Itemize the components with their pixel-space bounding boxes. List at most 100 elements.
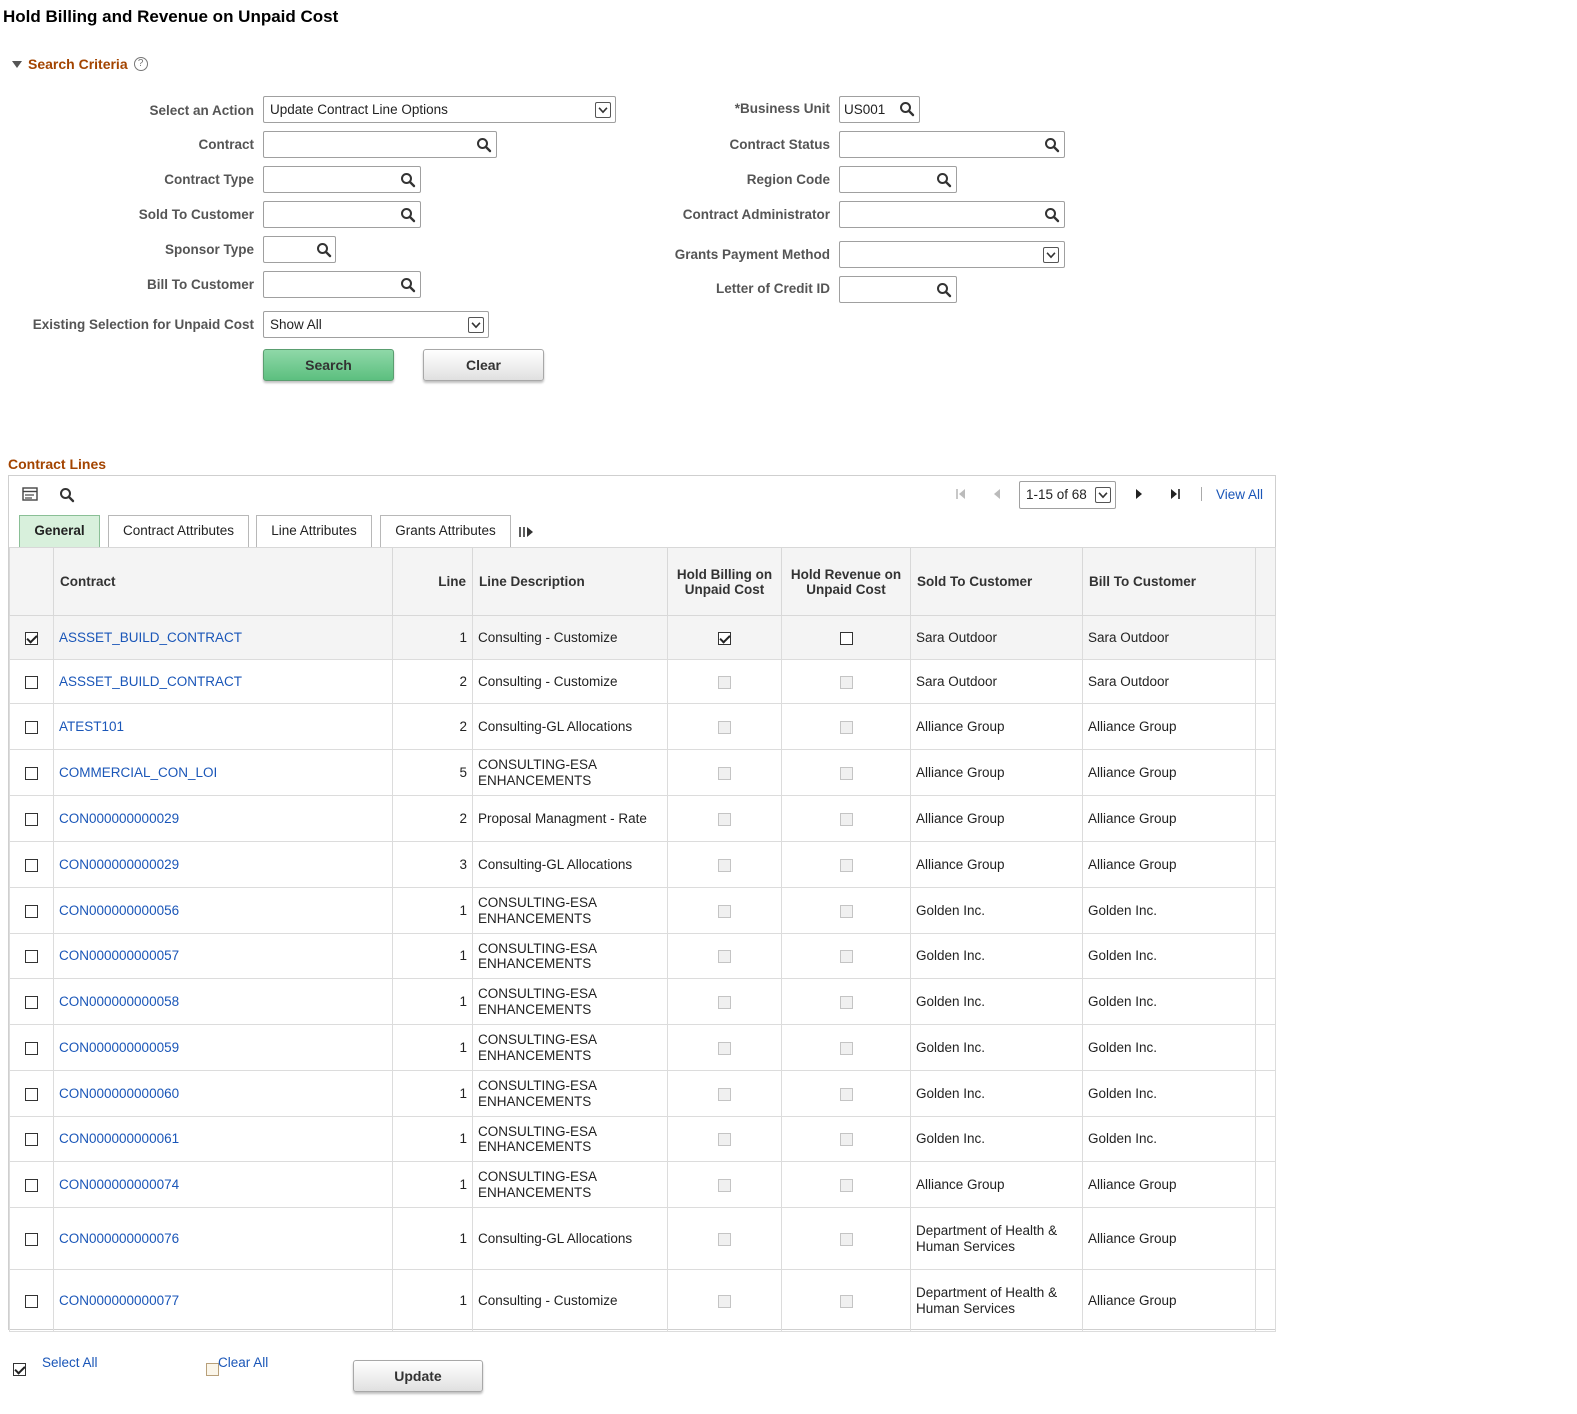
hold-billing-column-header[interactable]: Hold Billing on Unpaid Cost (667, 547, 782, 616)
contract-column-header[interactable]: Contract (53, 547, 393, 616)
row-select-checkbox[interactable] (25, 995, 38, 1009)
tab-line-attributes[interactable]: Line Attributes (256, 515, 372, 547)
select-all-checkbox-icon[interactable] (13, 1363, 26, 1377)
contract-link[interactable]: ASSSET_BUILD_CONTRACT (59, 674, 242, 689)
clear-button[interactable]: Clear (423, 349, 544, 381)
row-select-checkbox[interactable] (25, 858, 38, 872)
hold-revenue-checkbox[interactable] (839, 631, 853, 645)
search-icon[interactable] (899, 101, 915, 117)
row-select-cell[interactable] (9, 978, 54, 1025)
contract-type-input[interactable] (263, 166, 421, 193)
contract-link[interactable]: CON000000000056 (59, 903, 179, 918)
search-icon[interactable] (936, 172, 952, 188)
row-select-cell[interactable] (9, 795, 54, 842)
contract-link[interactable]: CON000000000074 (59, 1177, 179, 1192)
select-action-dropdown[interactable]: Update Contract Line Options (263, 96, 616, 123)
grants-payment-method-dropdown[interactable] (839, 241, 1065, 268)
row-select-checkbox[interactable] (25, 766, 38, 780)
contract-link[interactable]: ATEST101 (59, 719, 124, 734)
page-range-dropdown[interactable]: 1-15 of 68 (1019, 481, 1116, 509)
row-select-checkbox[interactable] (25, 1232, 38, 1246)
row-select-checkbox[interactable] (25, 950, 38, 964)
row-select-checkbox[interactable] (25, 1133, 38, 1147)
hold-billing-checkbox[interactable] (718, 631, 731, 645)
contract-input[interactable] (263, 131, 497, 158)
contract-link[interactable]: CON000000000029 (59, 811, 179, 826)
contract-link[interactable]: CON000000000029 (59, 857, 179, 872)
row-select-checkbox[interactable] (25, 1294, 38, 1308)
show-all-columns-icon[interactable] (518, 525, 534, 539)
view-all-link[interactable]: View All (1216, 487, 1263, 502)
row-select-cell[interactable] (9, 1207, 54, 1270)
business-unit-input[interactable]: US001 (839, 96, 920, 123)
row-select-checkbox[interactable] (25, 904, 38, 918)
contract-link[interactable]: CON000000000058 (59, 994, 179, 1009)
personalize-grid-icon[interactable] (22, 487, 40, 503)
collapse-triangle-icon[interactable] (12, 60, 22, 68)
previous-page-icon[interactable] (992, 487, 1002, 501)
contract-link[interactable]: CON000000000061 (59, 1131, 179, 1146)
row-select-cell[interactable] (9, 703, 54, 750)
contract-link[interactable]: CON000000000077 (59, 1293, 179, 1308)
tab-general[interactable]: General (19, 515, 100, 547)
line-column-header[interactable]: Line (392, 547, 473, 616)
letter-of-credit-input[interactable] (839, 276, 957, 303)
search-icon[interactable] (476, 137, 492, 153)
help-icon[interactable]: ? (133, 57, 148, 71)
bill-to-customer-input[interactable] (263, 271, 421, 298)
search-icon[interactable] (1044, 137, 1060, 153)
contract-link[interactable]: ASSSET_BUILD_CONTRACT (59, 630, 242, 645)
hold-revenue-column-header[interactable]: Hold Revenue on Unpaid Cost (781, 547, 911, 616)
search-icon[interactable] (400, 172, 416, 188)
row-select-cell[interactable] (9, 887, 54, 934)
hold-billing-cell[interactable] (667, 615, 782, 660)
search-criteria-header[interactable]: Search Criteria ? (12, 56, 148, 72)
row-select-cell[interactable] (9, 1024, 54, 1071)
line-description-column-header[interactable]: Line Description (472, 547, 668, 616)
row-select-cell[interactable] (9, 1070, 54, 1117)
row-select-checkbox[interactable] (25, 812, 38, 826)
tab-contract-attributes[interactable]: Contract Attributes (108, 515, 249, 547)
clear-all-link[interactable]: Clear All (218, 1355, 268, 1370)
row-select-cell[interactable] (9, 933, 54, 979)
update-button[interactable]: Update (353, 1360, 483, 1392)
first-page-icon[interactable] (955, 487, 967, 501)
row-select-cell[interactable] (9, 659, 54, 704)
contract-status-input[interactable] (839, 131, 1065, 158)
hold-revenue-cell[interactable] (781, 615, 911, 660)
contract-link[interactable]: COMMERCIAL_CON_LOI (59, 765, 217, 780)
contract-link[interactable]: CON000000000057 (59, 948, 179, 963)
search-icon[interactable] (1044, 207, 1060, 223)
search-icon[interactable] (936, 282, 952, 298)
contract-administrator-input[interactable] (839, 201, 1065, 228)
row-select-cell[interactable] (9, 1269, 54, 1332)
region-code-input[interactable] (839, 166, 957, 193)
row-select-cell[interactable] (9, 615, 54, 660)
row-select-checkbox[interactable] (25, 720, 38, 734)
existing-selection-dropdown[interactable]: Show All (263, 311, 489, 338)
sold-to-column-header[interactable]: Sold To Customer (910, 547, 1083, 616)
clear-all-checkbox-icon[interactable] (205, 1363, 219, 1377)
row-select-cell[interactable] (9, 1161, 54, 1208)
select-all-link[interactable]: Select All (42, 1355, 98, 1370)
row-select-cell[interactable] (9, 1116, 54, 1162)
tab-grants-attributes[interactable]: Grants Attributes (380, 515, 511, 547)
sold-to-customer-input[interactable] (263, 201, 421, 228)
next-page-icon[interactable] (1134, 487, 1144, 501)
contract-link[interactable]: CON000000000076 (59, 1231, 179, 1246)
row-select-cell[interactable] (9, 749, 54, 796)
row-select-checkbox[interactable] (25, 1087, 38, 1101)
search-icon[interactable] (400, 277, 416, 293)
row-select-checkbox[interactable] (25, 631, 38, 645)
contract-link[interactable]: CON000000000060 (59, 1086, 179, 1101)
row-select-checkbox[interactable] (25, 1041, 38, 1055)
sponsor-type-input[interactable] (263, 236, 336, 263)
search-button[interactable]: Search (263, 349, 394, 381)
row-select-cell[interactable] (9, 841, 54, 888)
bill-to-column-header[interactable]: Bill To Customer (1082, 547, 1256, 616)
contract-link[interactable]: CON000000000059 (59, 1040, 179, 1055)
row-select-checkbox[interactable] (25, 675, 38, 689)
last-page-icon[interactable] (1169, 487, 1181, 501)
search-icon[interactable] (400, 207, 416, 223)
find-icon[interactable] (59, 487, 75, 503)
